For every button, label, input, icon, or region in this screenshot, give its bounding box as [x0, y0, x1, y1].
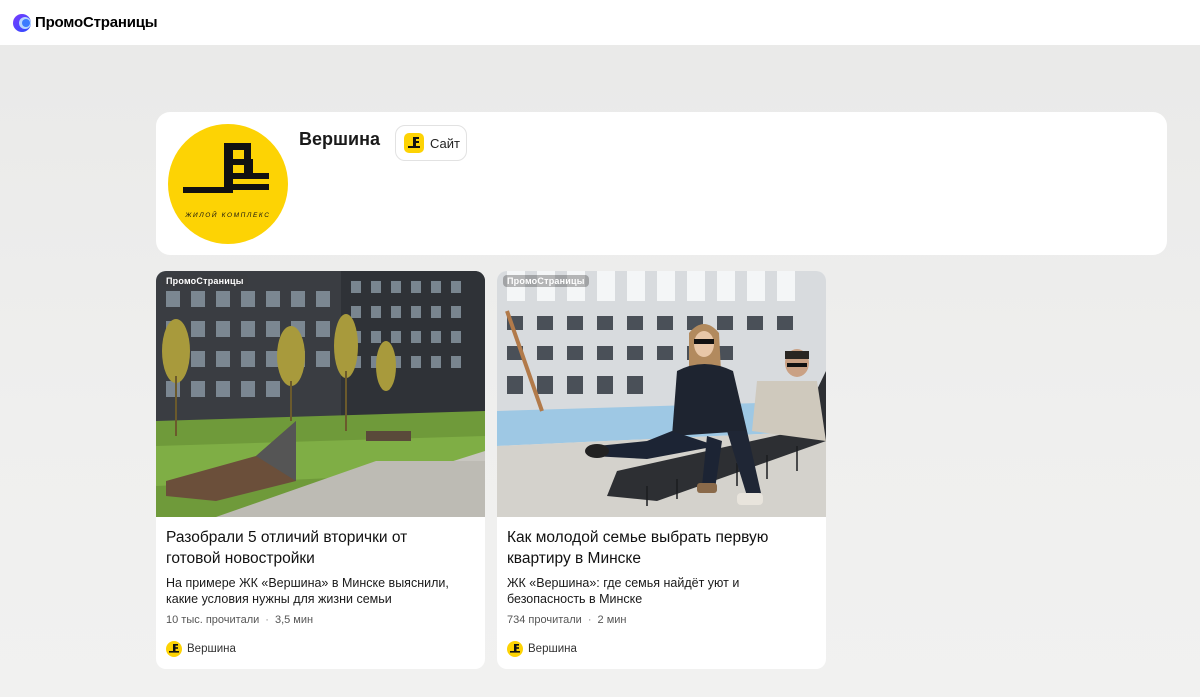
article-image[interactable]: ПромоСтраницы	[497, 271, 826, 517]
avatar-caption: ЖИЛОЙ КОМПЛЕКС	[185, 212, 271, 219]
read-count: 10 тыс. прочитали	[166, 614, 260, 626]
top-bar: ПромоСтраницы	[0, 0, 1200, 45]
article-meta: 734 прочитали · 2 мин	[507, 614, 626, 626]
meta-separator: ·	[587, 614, 592, 626]
promo-badge: ПромоСтраницы	[162, 275, 248, 287]
vershina-logo-icon	[183, 143, 269, 193]
promo-badge: ПромоСтраницы	[503, 275, 589, 287]
meta-separator: ·	[265, 614, 269, 626]
article-title[interactable]: Разобрали 5 отличий вторички от готовой …	[166, 527, 466, 569]
read-time: 2 мин	[597, 614, 627, 626]
site-button[interactable]: Сайт	[395, 125, 467, 161]
article-author[interactable]: Вершина	[507, 641, 577, 657]
author-avatar-icon	[507, 641, 523, 657]
site-button-label: Сайт	[430, 135, 460, 151]
article-description: На примере ЖК «Вершина» в Минске выяснил…	[166, 576, 449, 606]
publisher-name: Вершина	[299, 129, 380, 149]
promo-logo-icon	[13, 13, 31, 32]
author-name: Вершина	[528, 643, 577, 655]
publisher-avatar[interactable]: ЖИЛОЙ КОМПЛЕКС	[168, 124, 288, 244]
article-image[interactable]: ПромоСтраницы	[156, 271, 485, 517]
article-card[interactable]: ПромоСтраницы Разобрали 5 отличий вторич…	[156, 271, 485, 669]
article-description: ЖК «Вершина»: где семья найдёт уют и без…	[507, 576, 740, 606]
article-card[interactable]: ПромоСтраницы Как молодой семье выбрать …	[497, 271, 826, 669]
author-avatar-icon	[166, 641, 182, 657]
read-time: 3,5 мин	[274, 614, 314, 626]
publisher-profile-card: ЖИЛОЙ КОМПЛЕКС Вершина Сайт	[156, 112, 1167, 255]
promo-pages-logo[interactable]: ПромоСтраницы	[12, 13, 158, 33]
logo-text: ПромоСтраницы	[35, 14, 158, 31]
article-meta: 10 тыс. прочитали · 3,5 мин	[166, 614, 313, 626]
article-author[interactable]: Вершина	[166, 641, 236, 657]
read-count: 734 прочитали	[507, 614, 582, 626]
site-icon	[404, 133, 424, 153]
article-title[interactable]: Как молодой семье выбрать первую квартир…	[507, 527, 807, 569]
author-name: Вершина	[187, 643, 236, 655]
